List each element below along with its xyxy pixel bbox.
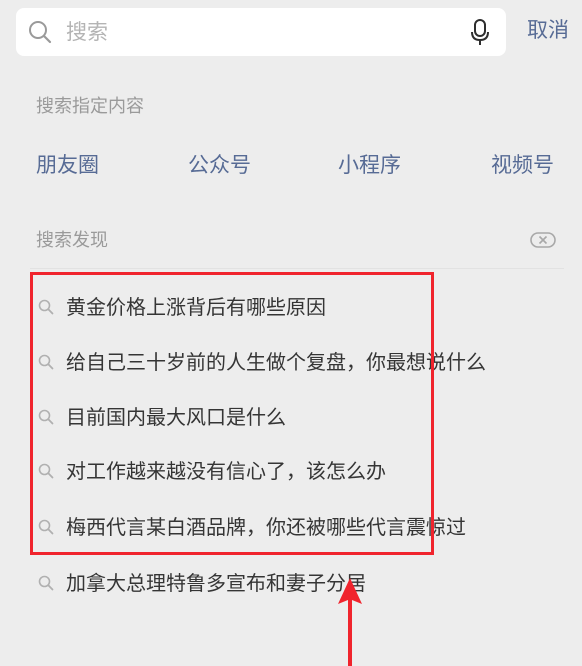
search-icon — [38, 575, 54, 591]
divider — [30, 268, 564, 269]
category-moments[interactable]: 朋友圈 — [36, 152, 99, 178]
arrow-up-icon — [338, 578, 362, 666]
category-official-accounts[interactable]: 公众号 — [188, 152, 251, 178]
search-icon — [29, 21, 52, 44]
search-box[interactable]: 搜索 — [16, 8, 506, 56]
section-title-discover: 搜索发现 — [36, 230, 108, 251]
highlight-box — [30, 272, 434, 555]
suggestion-item[interactable]: 加拿大总理特鲁多宣布和妻子分居 — [38, 566, 558, 600]
section-title-specify: 搜索指定内容 — [36, 96, 144, 117]
clear-icon[interactable] — [530, 231, 556, 249]
cancel-button[interactable]: 取消 — [527, 16, 569, 44]
category-channels[interactable]: 视频号 — [491, 152, 554, 178]
search-input-placeholder[interactable]: 搜索 — [66, 19, 108, 45]
category-mini-programs[interactable]: 小程序 — [338, 152, 401, 178]
suggestion-text: 加拿大总理特鲁多宣布和妻子分居 — [66, 571, 366, 595]
microphone-icon[interactable] — [470, 19, 490, 47]
